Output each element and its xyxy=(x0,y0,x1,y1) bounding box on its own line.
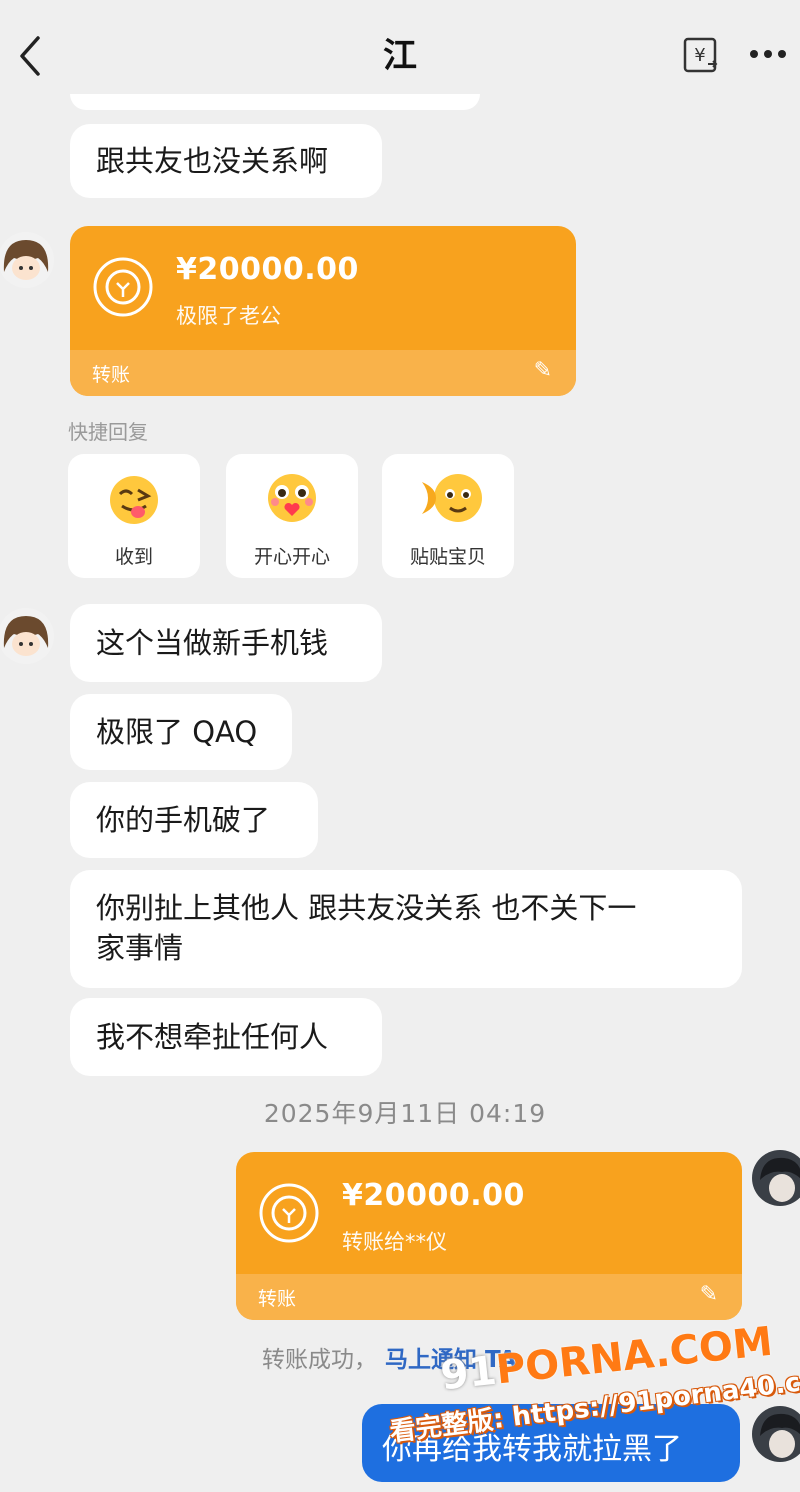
quick-reply-cuddle[interactable]: 贴贴宝贝 xyxy=(382,454,514,578)
message-bubble[interactable]: 你别扯上其他人 跟共友没关系 也不关下一 家事情 xyxy=(70,870,742,988)
transfer-icon xyxy=(258,1182,320,1244)
cuddle-emoji-icon xyxy=(422,474,482,522)
translate-icon: ¥ xyxy=(683,37,718,73)
avatar-image xyxy=(0,232,54,288)
contact-avatar[interactable] xyxy=(0,232,54,288)
transfer-icon xyxy=(92,256,154,318)
message-bubble[interactable]: 我不想牵扯任何人 xyxy=(70,998,382,1076)
watermark-logo-prefix: 91 xyxy=(438,1347,499,1400)
message-bubble[interactable]: 你的手机破了 xyxy=(70,782,318,858)
more-dots-icon xyxy=(750,50,786,58)
message-text: 我不想牵扯任何人 xyxy=(96,1020,329,1054)
svg-text:¥: ¥ xyxy=(694,45,705,66)
transfer-label: 转账 xyxy=(92,364,131,386)
message-text: 跟共友也没关系啊 xyxy=(96,144,329,178)
transfer-amount: ¥20000.00 xyxy=(176,252,359,287)
transfer-note: 极限了老公 xyxy=(176,304,281,328)
quick-reply-happy[interactable]: 开心开心 xyxy=(226,454,358,578)
heart-eyes-emoji-icon xyxy=(268,474,316,522)
message-text-line: 你别扯上其他人 跟共友没关系 也不关下一 xyxy=(96,891,637,925)
chat-title: 江 xyxy=(383,36,417,76)
quick-reply-label-text: 收到 xyxy=(114,546,153,568)
message-text: 这个当做新手机钱 xyxy=(96,626,329,660)
transfer-card-received[interactable]: ¥20000.00 极限了老公 转账 ✎ xyxy=(70,226,576,396)
my-avatar[interactable] xyxy=(752,1150,800,1206)
message-text-line: 家事情 xyxy=(96,931,184,965)
transfer-brand-icon: ✎ xyxy=(533,358,552,383)
quick-reply-received[interactable]: 收到 xyxy=(68,454,200,578)
partial-message-bubble xyxy=(70,94,480,110)
contact-avatar[interactable] xyxy=(0,608,54,664)
message-text: 极限了 QAQ xyxy=(96,715,258,749)
message-bubble[interactable]: 极限了 QAQ xyxy=(70,694,292,770)
transfer-amount: ¥20000.00 xyxy=(342,1178,525,1213)
tongue-out-emoji-icon xyxy=(110,476,158,524)
avatar-image xyxy=(0,608,54,664)
transfer-status-text: 转账成功， xyxy=(262,1347,377,1373)
chevron-left-icon xyxy=(20,36,40,76)
translate-button[interactable]: ¥ xyxy=(682,36,722,76)
more-options-button[interactable] xyxy=(748,40,788,70)
transfer-brand-icon: ✎ xyxy=(699,1282,718,1307)
message-timestamp: 2025年9月11日 04:19 xyxy=(263,1099,547,1128)
my-avatar[interactable] xyxy=(752,1406,800,1462)
transfer-card-sent[interactable]: ¥20000.00 转账给**仪 转账 ✎ xyxy=(236,1152,742,1320)
back-button[interactable] xyxy=(14,34,50,78)
message-bubble[interactable]: 跟共友也没关系啊 xyxy=(70,124,382,198)
message-text: 你的手机破了 xyxy=(96,803,271,837)
transfer-label: 转账 xyxy=(258,1288,297,1310)
quick-reply-label: 快捷回复 xyxy=(68,420,148,444)
message-bubble[interactable]: 这个当做新手机钱 xyxy=(70,604,382,682)
transfer-note: 转账给**仪 xyxy=(342,1230,447,1254)
quick-reply-label-text: 开心开心 xyxy=(253,546,330,568)
avatar-image xyxy=(752,1150,800,1206)
quick-reply-label-text: 贴贴宝贝 xyxy=(409,546,486,568)
avatar-image xyxy=(752,1406,800,1462)
